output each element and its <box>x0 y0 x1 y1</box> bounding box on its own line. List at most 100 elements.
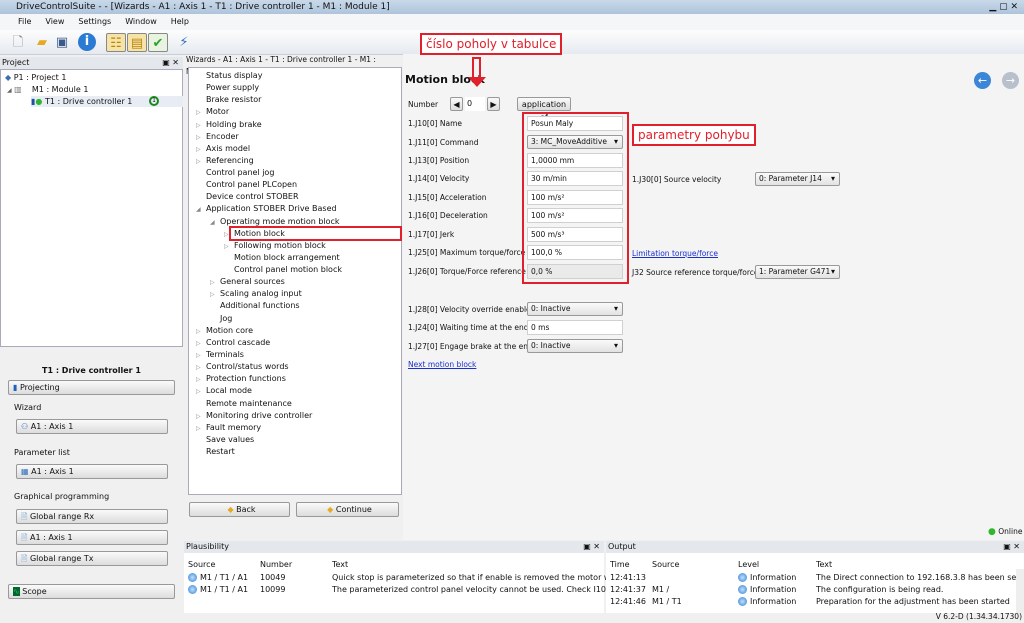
tree-drive-controller[interactable]: ▮● T1 : Drive controller 11 <box>31 96 183 107</box>
wizard-item[interactable]: ▷ Local mode <box>196 385 252 396</box>
open-icon[interactable]: ▰ <box>32 33 52 52</box>
menu-file[interactable]: File <box>18 17 31 26</box>
wizard-item[interactable]: ▷ Motor <box>196 106 229 117</box>
wizard-item[interactable]: Motion block arrangement <box>234 252 340 263</box>
field-label: 1.J28[0] Velocity override enable <box>408 305 531 314</box>
wizard-axis-button[interactable]: ⚇ A1 : Axis 1 <box>16 419 168 434</box>
close-icon[interactable]: ▣ ✕ <box>162 57 179 69</box>
wizard-item[interactable]: ▷ Protection functions <box>196 373 286 384</box>
global-range-tx-button[interactable]: 🗎 Global range Tx <box>16 551 168 566</box>
close-icon[interactable]: ▣ ✕ <box>583 541 600 553</box>
expand-icon[interactable]: ▷ <box>196 132 201 143</box>
wizard-item[interactable]: Restart <box>206 446 235 457</box>
close-icon[interactable]: ▣ ✕ <box>1003 541 1020 553</box>
wizard-item[interactable]: Control panel PLCopen <box>206 179 297 190</box>
wizard-item-label: Save values <box>206 434 255 444</box>
wizard-item[interactable]: ▷ Encoder <box>196 131 239 142</box>
connect-icon[interactable]: ⚡ <box>174 33 194 52</box>
collapse-icon[interactable]: ◢ <box>196 204 201 215</box>
new-icon[interactable]: 🗋 <box>8 33 28 52</box>
wizard-item[interactable]: ▷ Motion core <box>196 325 253 336</box>
wizard-item[interactable]: ▷ Axis model <box>196 143 250 154</box>
expand-icon[interactable]: ▷ <box>210 277 215 288</box>
wizard-item[interactable]: ▷ Fault memory <box>196 422 262 433</box>
menu-help[interactable]: Help <box>171 17 189 26</box>
wizard-item[interactable]: Power supply <box>206 82 259 93</box>
wizard-item[interactable]: Control panel jog <box>206 167 274 178</box>
expand-icon[interactable]: ▷ <box>196 338 201 349</box>
projecting-button[interactable]: ▮ Projecting <box>8 380 175 395</box>
wizard-item[interactable]: ▷ Holding brake <box>196 119 262 130</box>
wizard-item[interactable]: Control panel motion block <box>234 264 342 275</box>
back-arrow-icon[interactable]: ← <box>974 72 991 89</box>
wizard-item-label: Following motion block <box>234 240 326 250</box>
menu-view[interactable]: View <box>45 17 64 26</box>
previous-number-button[interactable]: ◀ <box>450 97 463 111</box>
expand-icon[interactable]: ▷ <box>196 350 201 361</box>
wizard-item[interactable]: ◢ Application STOBER Drive Based <box>196 203 337 214</box>
field-select[interactable]: 0: Inactive <box>527 302 623 316</box>
info-icon[interactable]: i <box>78 33 96 51</box>
expand-icon[interactable]: ▷ <box>196 386 201 397</box>
wizard-item[interactable]: ▷ Control cascade <box>196 337 270 348</box>
output-scrollbar[interactable] <box>1016 569 1024 613</box>
application-of-button[interactable]: application of <box>517 97 571 122</box>
expand-icon[interactable]: ▷ <box>196 107 201 118</box>
field-select[interactable]: 0: Inactive <box>527 339 623 353</box>
wizard-item[interactable]: Status display <box>206 70 262 81</box>
window-controls[interactable]: ▁ ▢ ✕ <box>989 0 1018 14</box>
wizard-item[interactable]: Save values <box>206 434 254 445</box>
expand-icon[interactable]: ▷ <box>196 156 201 167</box>
wizard-item-label: General sources <box>220 277 285 287</box>
parameter-icon[interactable]: ▤ <box>127 33 147 52</box>
menu-settings[interactable]: Settings <box>78 17 111 26</box>
save-icon[interactable]: ▣ <box>52 33 72 52</box>
wizard-item[interactable]: ▷ Control/status words <box>196 361 289 372</box>
wizard-item[interactable]: ▷ Monitoring drive controller <box>196 410 312 421</box>
next-number-button[interactable]: ▶ <box>487 97 500 111</box>
limitation-torque-link[interactable]: Limitation torque/force <box>632 249 718 258</box>
wizard-item[interactable]: ▷ Following motion block <box>224 240 326 251</box>
expand-icon[interactable]: ▷ <box>224 241 229 252</box>
project-tree-icon[interactable]: ☷ <box>106 33 126 52</box>
collapse-icon[interactable]: ◢ <box>210 217 215 228</box>
forward-arrow-icon[interactable]: → <box>1002 72 1019 89</box>
next-motion-block-link[interactable]: Next motion block <box>408 360 476 369</box>
expand-icon[interactable]: ▷ <box>210 289 215 300</box>
expand-icon[interactable]: ▷ <box>196 374 201 385</box>
expand-icon[interactable]: ▷ <box>196 423 201 434</box>
project-panel: Project ▣ ✕ ◆ P1 : Project 1 ◢ ▥ M1 : Mod… <box>0 57 183 347</box>
check-icon[interactable]: ✔ <box>148 33 168 52</box>
tree-module[interactable]: ◢ ▥ M1 : Module 1 <box>7 84 88 96</box>
wizard-item[interactable]: ▷ Scaling analog input <box>210 288 302 299</box>
wizard-item[interactable]: Jog <box>220 313 232 324</box>
expand-icon[interactable]: ▷ <box>196 411 201 422</box>
wizard-item[interactable]: ▷ Terminals <box>196 349 244 360</box>
expand-icon[interactable]: ▷ <box>196 120 201 131</box>
graph-axis-button[interactable]: 🗎 A1 : Axis 1 <box>16 530 168 545</box>
tree-project[interactable]: ◆ P1 : Project 1 <box>5 72 66 83</box>
menu-window[interactable]: Window <box>125 17 157 26</box>
wizard-item[interactable]: Remote maintenance <box>206 398 292 409</box>
expand-icon[interactable]: ▷ <box>196 326 201 337</box>
source-velocity-select[interactable]: 0: Parameter J14 <box>755 172 840 186</box>
back-button[interactable]: ◆ Back <box>189 502 290 517</box>
field-input[interactable]: 0 ms <box>527 320 623 335</box>
parameter-list-button[interactable]: ▦ A1 : Axis 1 <box>16 464 168 479</box>
number-input[interactable]: 0 <box>465 97 485 111</box>
wizard-item[interactable]: ▷ General sources <box>210 276 285 287</box>
expand-icon[interactable]: ▷ <box>196 144 201 155</box>
wizard-item[interactable]: ▷ Referencing <box>196 155 254 166</box>
wizard-item[interactable]: Additional functions <box>220 300 300 311</box>
continue-button[interactable]: ◆ Continue <box>296 502 399 517</box>
expand-icon[interactable]: ▷ <box>224 229 229 240</box>
output-time: 12:41:46 <box>610 597 646 606</box>
global-range-rx-button[interactable]: 🗎 Global range Rx <box>16 509 168 524</box>
source-torque-select[interactable]: 1: Parameter G471 <box>755 265 840 279</box>
wizard-item[interactable]: Brake resistor <box>206 94 261 105</box>
expand-icon[interactable]: ▷ <box>196 362 201 373</box>
scope-button[interactable]: ∿ Scope <box>8 584 175 599</box>
wizard-item-label: Fault memory <box>206 422 262 432</box>
wizard-item[interactable]: Device control STOBER <box>206 191 299 202</box>
wizard-item[interactable]: ◢ Operating mode motion block <box>210 216 340 227</box>
